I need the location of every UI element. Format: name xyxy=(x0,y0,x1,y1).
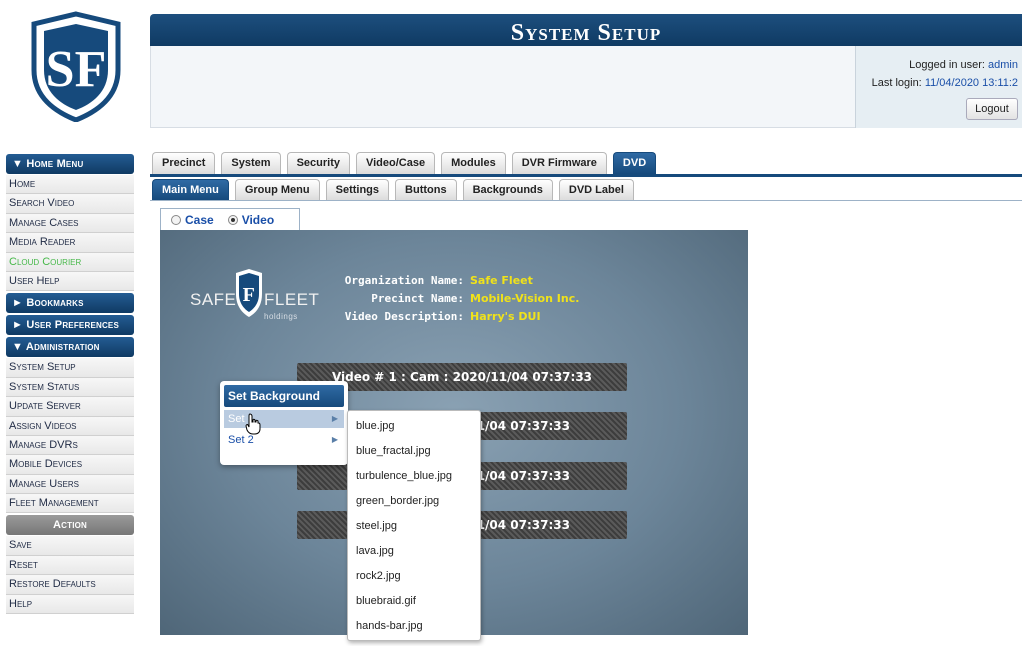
tab-system[interactable]: System xyxy=(221,152,281,174)
menu-type-radio-group: Case Video xyxy=(160,208,300,230)
sidebar: ▼ Home Menu Home Search Video Manage Cas… xyxy=(6,152,134,615)
file-bluebraid[interactable]: bluebraid.gif xyxy=(348,589,480,614)
tab-buttons[interactable]: Buttons xyxy=(395,179,457,200)
home-menu-header[interactable]: ▼ Home Menu xyxy=(6,154,134,174)
desc-row: Video Description: Harry's DUI xyxy=(330,308,579,326)
bookmarks-header[interactable]: ► Bookmarks xyxy=(6,293,134,314)
sidebar-item-cloud-courier[interactable]: Cloud Courier xyxy=(6,252,134,272)
user-preferences-header[interactable]: ► User Preferences xyxy=(6,315,134,336)
sidebar-item-system-setup[interactable]: System Setup xyxy=(6,358,134,378)
tab-modules[interactable]: Modules xyxy=(441,152,506,174)
safe-fleet-logo: SF xyxy=(31,11,121,122)
file-rock2[interactable]: rock2.jpg xyxy=(348,564,480,589)
preview-logo-right: FLEET xyxy=(264,290,320,309)
submenu-arrow-icon: ▶ xyxy=(331,435,338,444)
sidebar-item-search-video[interactable]: Search Video xyxy=(6,194,134,214)
radio-case[interactable]: Case xyxy=(171,213,214,227)
sidebar-item-user-help[interactable]: User Help xyxy=(6,271,134,292)
hand-cursor-icon xyxy=(245,413,261,435)
org-label: Organization Name: xyxy=(344,274,464,287)
menu-item-set-2-label: Set 2 xyxy=(228,434,254,446)
radio-video-label: Video xyxy=(241,212,275,227)
tab-group-menu[interactable]: Group Menu xyxy=(234,179,320,200)
page-title: System Setup xyxy=(510,20,662,46)
login-box: Logged in user: admin Last login: 11/04/… xyxy=(855,46,1022,128)
action-save[interactable]: Save xyxy=(6,536,134,556)
tab-security[interactable]: Security xyxy=(286,152,350,174)
sidebar-item-home[interactable]: Home xyxy=(6,175,134,195)
org-value: Safe Fleet xyxy=(470,274,533,287)
logged-in-label: Logged in user: xyxy=(909,59,985,71)
radio-video[interactable]: Video xyxy=(227,212,275,227)
sidebar-item-media-reader[interactable]: Media Reader xyxy=(6,233,134,253)
tab-dvd-label[interactable]: DVD Label xyxy=(558,179,634,200)
submenu-arrow-icon: ▶ xyxy=(331,414,338,423)
preview-logo: SAFE F FLEET holdings xyxy=(190,268,320,328)
preview-info: Organization Name: Safe Fleet Precinct Na… xyxy=(330,272,580,326)
preview-logo-sub: holdings xyxy=(264,312,298,321)
precinct-row: Precinct Name: Mobile-Vision Inc. xyxy=(330,290,579,308)
action-header: Action xyxy=(6,515,134,536)
svg-text:F: F xyxy=(243,284,256,306)
logged-in-user: admin xyxy=(988,59,1018,71)
org-row: Organization Name: Safe Fleet xyxy=(330,272,579,290)
background-file-submenu: blue.jpg blue_fractal.jpg turbulence_blu… xyxy=(347,410,481,641)
primary-tabs: Precinct System Security Video/Case Modu… xyxy=(152,152,657,174)
sidebar-item-update-server[interactable]: Update Server xyxy=(6,397,134,417)
tab-dvr-firmware[interactable]: DVR Firmware xyxy=(511,152,607,174)
file-green-border[interactable]: green_border.jpg xyxy=(348,489,480,514)
radio-video-button[interactable] xyxy=(227,214,238,225)
preview-logo-left: SAFE xyxy=(190,290,237,309)
svg-text:SF: SF xyxy=(46,41,107,98)
set-background-title: Set Background xyxy=(224,385,344,407)
menu-item-set-1[interactable]: Set ▶ xyxy=(224,410,344,428)
menu-item-set-1-label: Set xyxy=(228,413,245,425)
action-reset[interactable]: Reset xyxy=(6,555,134,576)
action-help[interactable]: Help xyxy=(6,594,134,615)
last-login-value: 11/04/2020 13:11:2 xyxy=(924,77,1018,89)
logout-button[interactable]: Logout xyxy=(966,98,1018,120)
file-blue[interactable]: blue.jpg xyxy=(348,414,480,439)
logged-in-line: Logged in user: admin xyxy=(860,56,1018,74)
desc-value: Harry's DUI xyxy=(470,310,541,323)
last-login-label: Last login: xyxy=(871,77,922,89)
last-login-line: Last login: 11/04/2020 13:11:2 xyxy=(860,74,1018,92)
action-restore-defaults[interactable]: Restore Defaults xyxy=(6,575,134,595)
header-bar: System Setup xyxy=(150,14,1022,46)
secondary-tabs: Main Menu Group Menu Settings Buttons Ba… xyxy=(152,179,634,200)
sidebar-item-manage-users[interactable]: Manage Users xyxy=(6,474,134,495)
sidebar-item-manage-dvrs[interactable]: Manage DVRs xyxy=(6,435,134,456)
shield-icon: F xyxy=(236,269,262,317)
sidebar-item-manage-cases[interactable]: Manage Cases xyxy=(6,213,134,234)
precinct-label: Precinct Name: xyxy=(371,292,464,305)
primary-tabs-underline xyxy=(150,174,1022,177)
file-lava[interactable]: lava.jpg xyxy=(348,539,480,564)
file-hands-bar[interactable]: hands-bar.jpg xyxy=(348,614,480,639)
sidebar-item-assign-videos[interactable]: Assign Videos xyxy=(6,416,134,436)
sidebar-item-system-status[interactable]: System Status xyxy=(6,377,134,398)
tab-main-menu[interactable]: Main Menu xyxy=(152,179,229,200)
precinct-value: Mobile-Vision Inc. xyxy=(470,292,580,305)
tab-video-case[interactable]: Video/Case xyxy=(355,152,436,174)
tab-settings[interactable]: Settings xyxy=(325,179,390,200)
desc-label: Video Description: xyxy=(344,310,464,323)
radio-case-button[interactable] xyxy=(171,214,181,225)
sidebar-item-mobile-devices[interactable]: Mobile Devices xyxy=(6,455,134,475)
tab-precinct[interactable]: Precinct xyxy=(152,152,216,174)
radio-case-label: Case xyxy=(185,212,214,227)
tab-dvd[interactable]: DVD xyxy=(612,152,657,174)
file-blue-fractal[interactable]: blue_fractal.jpg xyxy=(348,439,480,464)
secondary-tabs-underline xyxy=(150,200,1022,201)
administration-header[interactable]: ▼ Administration xyxy=(6,337,134,358)
tab-backgrounds[interactable]: Backgrounds xyxy=(462,179,553,200)
sidebar-item-fleet-management[interactable]: Fleet Management xyxy=(6,494,134,514)
menu-item-set-2[interactable]: Set 2 ▶ xyxy=(224,431,344,449)
file-steel[interactable]: steel.jpg xyxy=(348,514,480,539)
set-background-menu: Set Background Set ▶ Set 2 ▶ xyxy=(220,381,348,465)
page: SF System Setup Logged in user: admin La… xyxy=(0,0,1022,646)
file-turbulence-blue[interactable]: turbulence_blue.jpg xyxy=(348,464,480,489)
